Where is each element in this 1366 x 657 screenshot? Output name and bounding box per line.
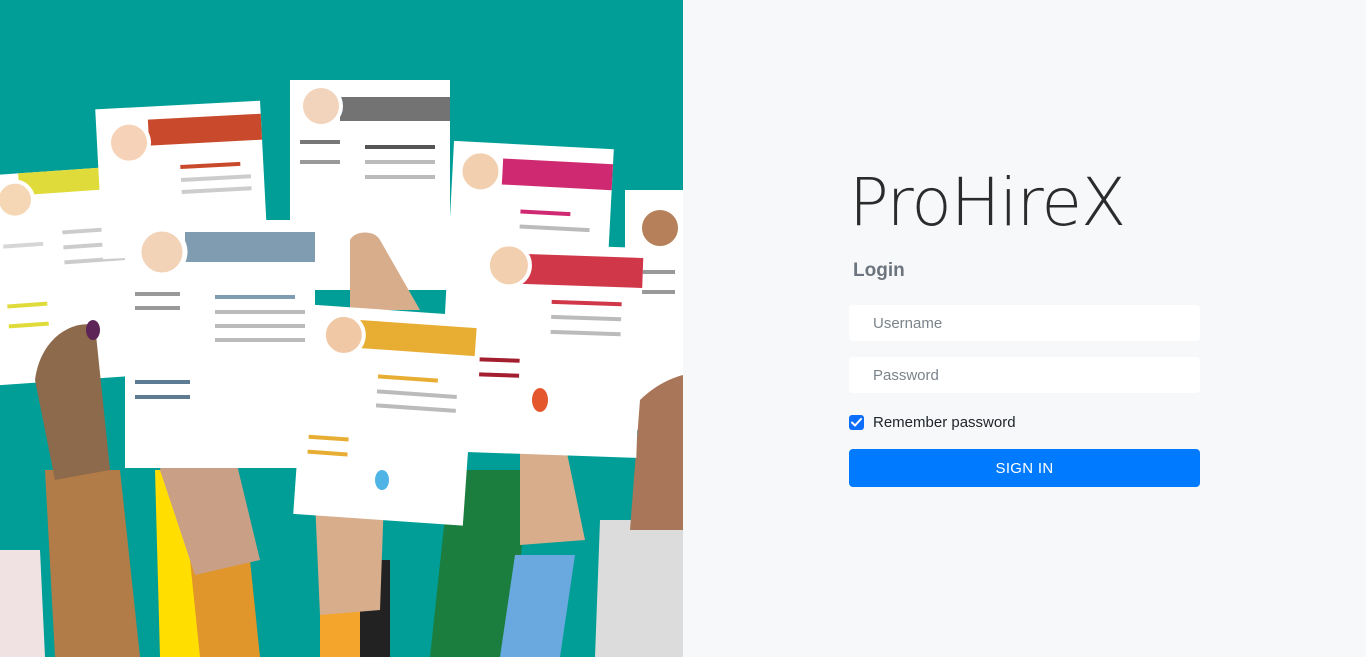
login-heading: Login	[853, 260, 905, 281]
login-panel: ProHireX Login Remember password SIGN IN	[683, 0, 1366, 657]
resume-card-blue	[125, 220, 315, 468]
checkmark-icon	[851, 417, 862, 426]
sign-in-button[interactable]: SIGN IN	[849, 449, 1200, 487]
resume-card-mustard	[293, 304, 478, 526]
resume-card-red	[466, 242, 644, 458]
fingernail	[375, 470, 389, 490]
remember-password-option[interactable]: Remember password	[849, 412, 1016, 432]
brand-title: ProHireX	[849, 164, 1126, 241]
fingernail	[532, 388, 548, 412]
remember-password-checkbox[interactable]	[849, 414, 864, 430]
username-input[interactable]	[849, 305, 1200, 341]
remember-password-label: Remember password	[873, 413, 1016, 431]
password-input[interactable]	[849, 357, 1200, 393]
hero-illustration	[0, 0, 683, 657]
resumes-illustration	[0, 0, 683, 657]
fingernail	[86, 320, 100, 340]
